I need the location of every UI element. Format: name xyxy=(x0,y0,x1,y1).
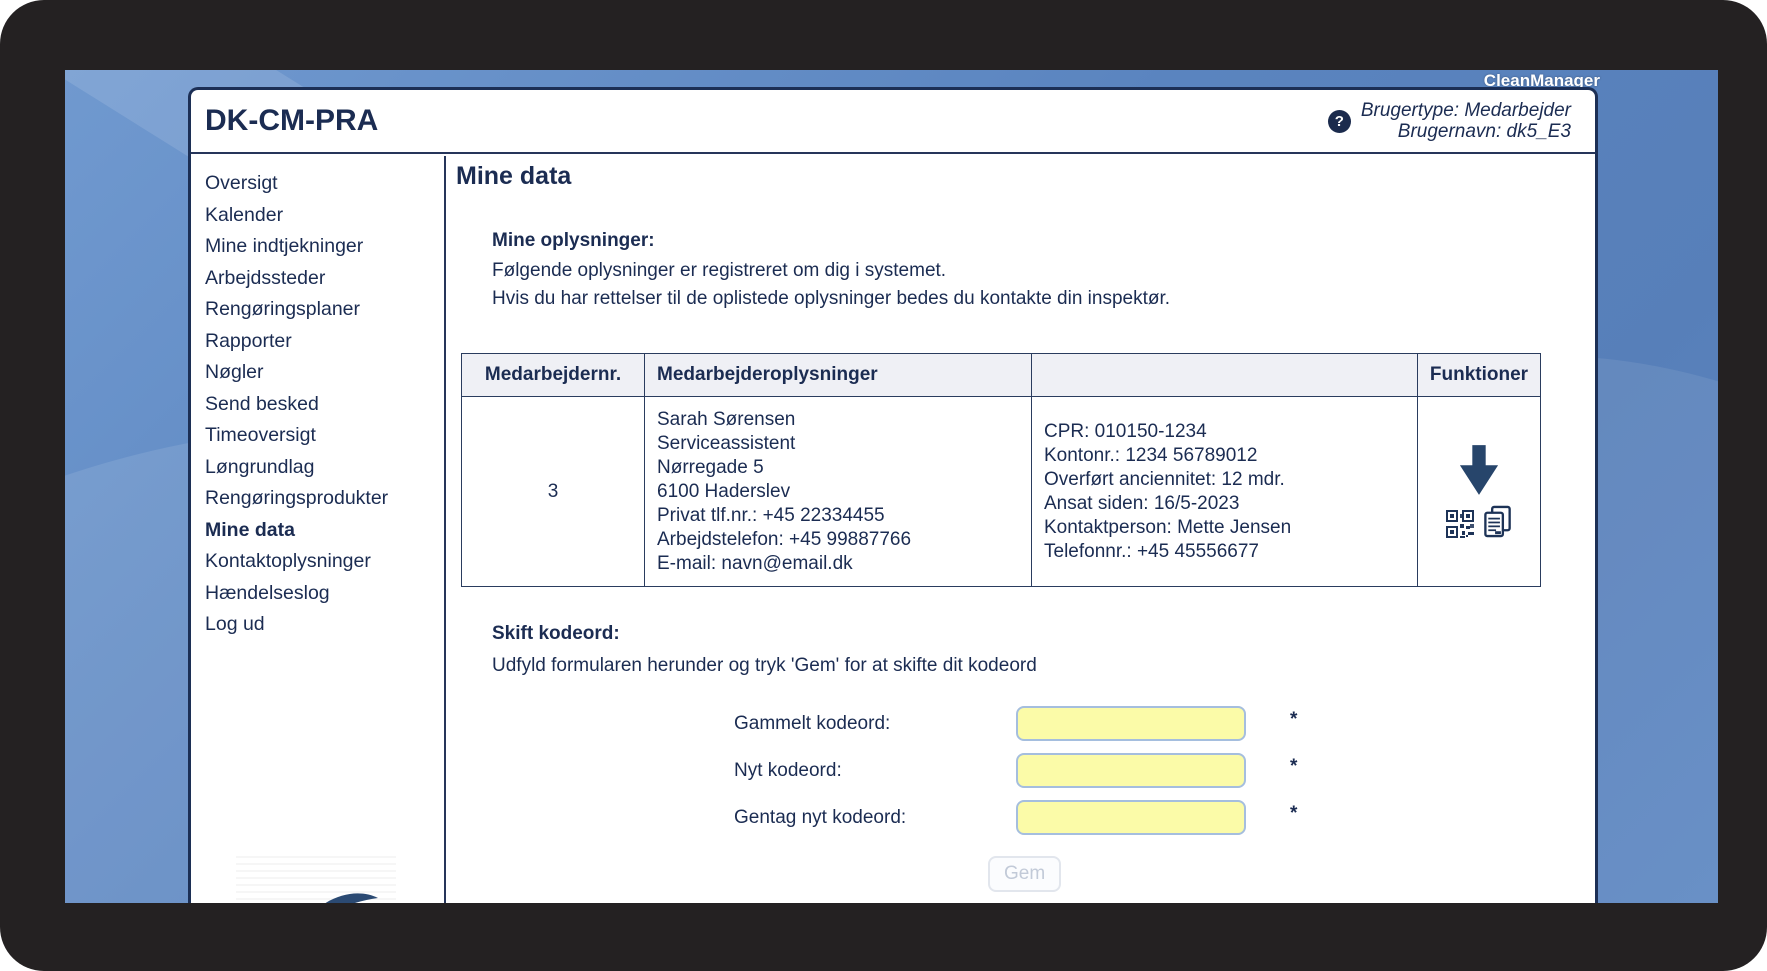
detail-title: Serviceassistent xyxy=(657,432,796,454)
sidebar-item-mine-data[interactable]: Mine data xyxy=(205,515,444,547)
screenshot-stage: CleanManager DK-CM-PRA ? Brugertype: Med… xyxy=(0,0,1767,971)
new-password-input[interactable] xyxy=(1016,753,1246,788)
sidebar-item-rengoringsplaner[interactable]: Rengøringsplaner xyxy=(205,294,444,326)
required-asterisk: * xyxy=(1290,803,1298,824)
detail-private-phone: Privat tlf.nr.: +45 22334455 xyxy=(657,504,885,526)
sidebar-item-timeoversigt[interactable]: Timeoversigt xyxy=(205,420,444,452)
info-line-2: Hvis du har rettelser til de oplistede o… xyxy=(492,288,1171,309)
extra-cpr: CPR: 010150-1234 xyxy=(1044,420,1207,442)
employee-extra-cell: CPR: 010150-1234 Kontonr.: 1234 56789012… xyxy=(1031,396,1418,587)
user-lines: Brugertype: Medarbejder Brugernavn: dk5_… xyxy=(1361,100,1571,142)
required-asterisk: * xyxy=(1290,756,1298,777)
extra-account: Kontonr.: 1234 56789012 xyxy=(1044,444,1258,466)
sidebar-item-log-ud[interactable]: Log ud xyxy=(205,609,444,641)
sidebar-item-oversigt[interactable]: Oversigt xyxy=(205,168,444,200)
sidebar-item-mine-indtjekninger[interactable]: Mine indtjekninger xyxy=(205,231,444,263)
header-funktioner: Funktioner xyxy=(1417,353,1541,397)
extra-seniority: Overført anciennitet: 12 mdr. xyxy=(1044,468,1285,490)
info-section-heading: Mine oplysninger: xyxy=(492,230,655,251)
password-instruction: Udfyld formularen herunder og tryk 'Gem'… xyxy=(492,655,1037,676)
password-form: Gammelt kodeord: * Nyt kodeord: * Gentag… xyxy=(448,696,1595,844)
sidebar-item-kontaktoplysninger[interactable]: Kontaktoplysninger xyxy=(205,546,444,578)
form-row-old-password: Gammelt kodeord: * xyxy=(448,703,1595,750)
user-type: Brugertype: Medarbejder xyxy=(1360,100,1571,121)
table-row: 3 Sarah Sørensen Serviceassistent Nørreg… xyxy=(461,396,1541,587)
qr-code-icon[interactable] xyxy=(1445,510,1474,538)
required-asterisk: * xyxy=(1290,709,1298,730)
page-title: Mine data xyxy=(456,162,572,190)
detail-name: Sarah Sørensen xyxy=(657,408,796,430)
sidebar-item-kalender[interactable]: Kalender xyxy=(205,200,444,232)
functions-cell xyxy=(1417,396,1541,587)
sidebar-nav: Oversigt Kalender Mine indtjekninger Arb… xyxy=(191,156,446,903)
main-content: Mine data Mine oplysninger: Følgende opl… xyxy=(448,156,1595,903)
user-name: Brugernavn: dk5_E3 xyxy=(1397,121,1571,142)
app-header: DK-CM-PRA ? Brugertype: Medarbejder Brug… xyxy=(191,90,1595,154)
password-section-heading: Skift kodeord: xyxy=(492,623,620,644)
detail-email: E-mail: navn@email.dk xyxy=(657,552,853,574)
employee-number-cell: 3 xyxy=(461,396,645,587)
help-icon[interactable]: ? xyxy=(1327,109,1351,133)
form-row-new-password: Nyt kodeord: * xyxy=(448,750,1595,797)
table-header-row: Medarbejdernr. Medarbejderoplysninger Fu… xyxy=(461,353,1541,397)
detail-city: 6100 Haderslev xyxy=(657,480,791,502)
sidebar-item-arbejdssteder[interactable]: Arbejdssteder xyxy=(205,263,444,295)
repeat-password-label: Gentag nyt kodeord: xyxy=(734,807,907,828)
sidebar-item-haendelseslog[interactable]: Hændelseslog xyxy=(205,578,444,610)
sidebar-item-longrundlag[interactable]: Løngrundlag xyxy=(205,452,444,484)
repeat-password-input[interactable] xyxy=(1016,800,1246,835)
form-row-repeat-password: Gentag nyt kodeord: * xyxy=(448,797,1595,844)
employee-details-cell: Sarah Sørensen Serviceassistent Nørregad… xyxy=(644,396,1032,587)
detail-street: Nørregade 5 xyxy=(657,456,764,478)
old-password-input[interactable] xyxy=(1016,706,1246,741)
extra-phone: Telefonnr.: +45 45556677 xyxy=(1044,540,1259,562)
header-empty xyxy=(1031,353,1418,397)
extra-contact: Kontaktperson: Mette Jensen xyxy=(1044,516,1292,538)
extra-hired: Ansat siden: 16/5-2023 xyxy=(1044,492,1240,514)
detail-work-phone: Arbejdstelefon: +45 99887766 xyxy=(657,528,912,550)
save-button[interactable]: Gem xyxy=(988,856,1062,892)
employee-table: Medarbejdernr. Medarbejderoplysninger Fu… xyxy=(461,353,1541,587)
old-password-label: Gammelt kodeord: xyxy=(734,713,891,734)
header-medarbejderoplysninger: Medarbejderoplysninger xyxy=(644,353,1032,397)
app-panel: DK-CM-PRA ? Brugertype: Medarbejder Brug… xyxy=(188,87,1598,903)
download-icon[interactable] xyxy=(1458,445,1500,495)
info-line-1: Følgende oplysninger er registreret om d… xyxy=(492,260,947,281)
sidebar-item-send-besked[interactable]: Send besked xyxy=(205,389,444,421)
sidebar-item-nogler[interactable]: Nøgler xyxy=(205,357,444,389)
header-medarbejdernr: Medarbejdernr. xyxy=(461,353,645,397)
new-password-label: Nyt kodeord: xyxy=(734,760,842,781)
app-title: DK-CM-PRA xyxy=(205,104,379,137)
desktop-background: CleanManager DK-CM-PRA ? Brugertype: Med… xyxy=(65,70,1718,903)
copy-document-icon[interactable] xyxy=(1483,505,1513,538)
sidebar-item-rengoringsprodukter[interactable]: Rengøringsprodukter xyxy=(205,483,444,515)
user-info: ? Brugertype: Medarbejder Brugernavn: dk… xyxy=(1327,100,1571,142)
sidebar-item-rapporter[interactable]: Rapporter xyxy=(205,326,444,358)
